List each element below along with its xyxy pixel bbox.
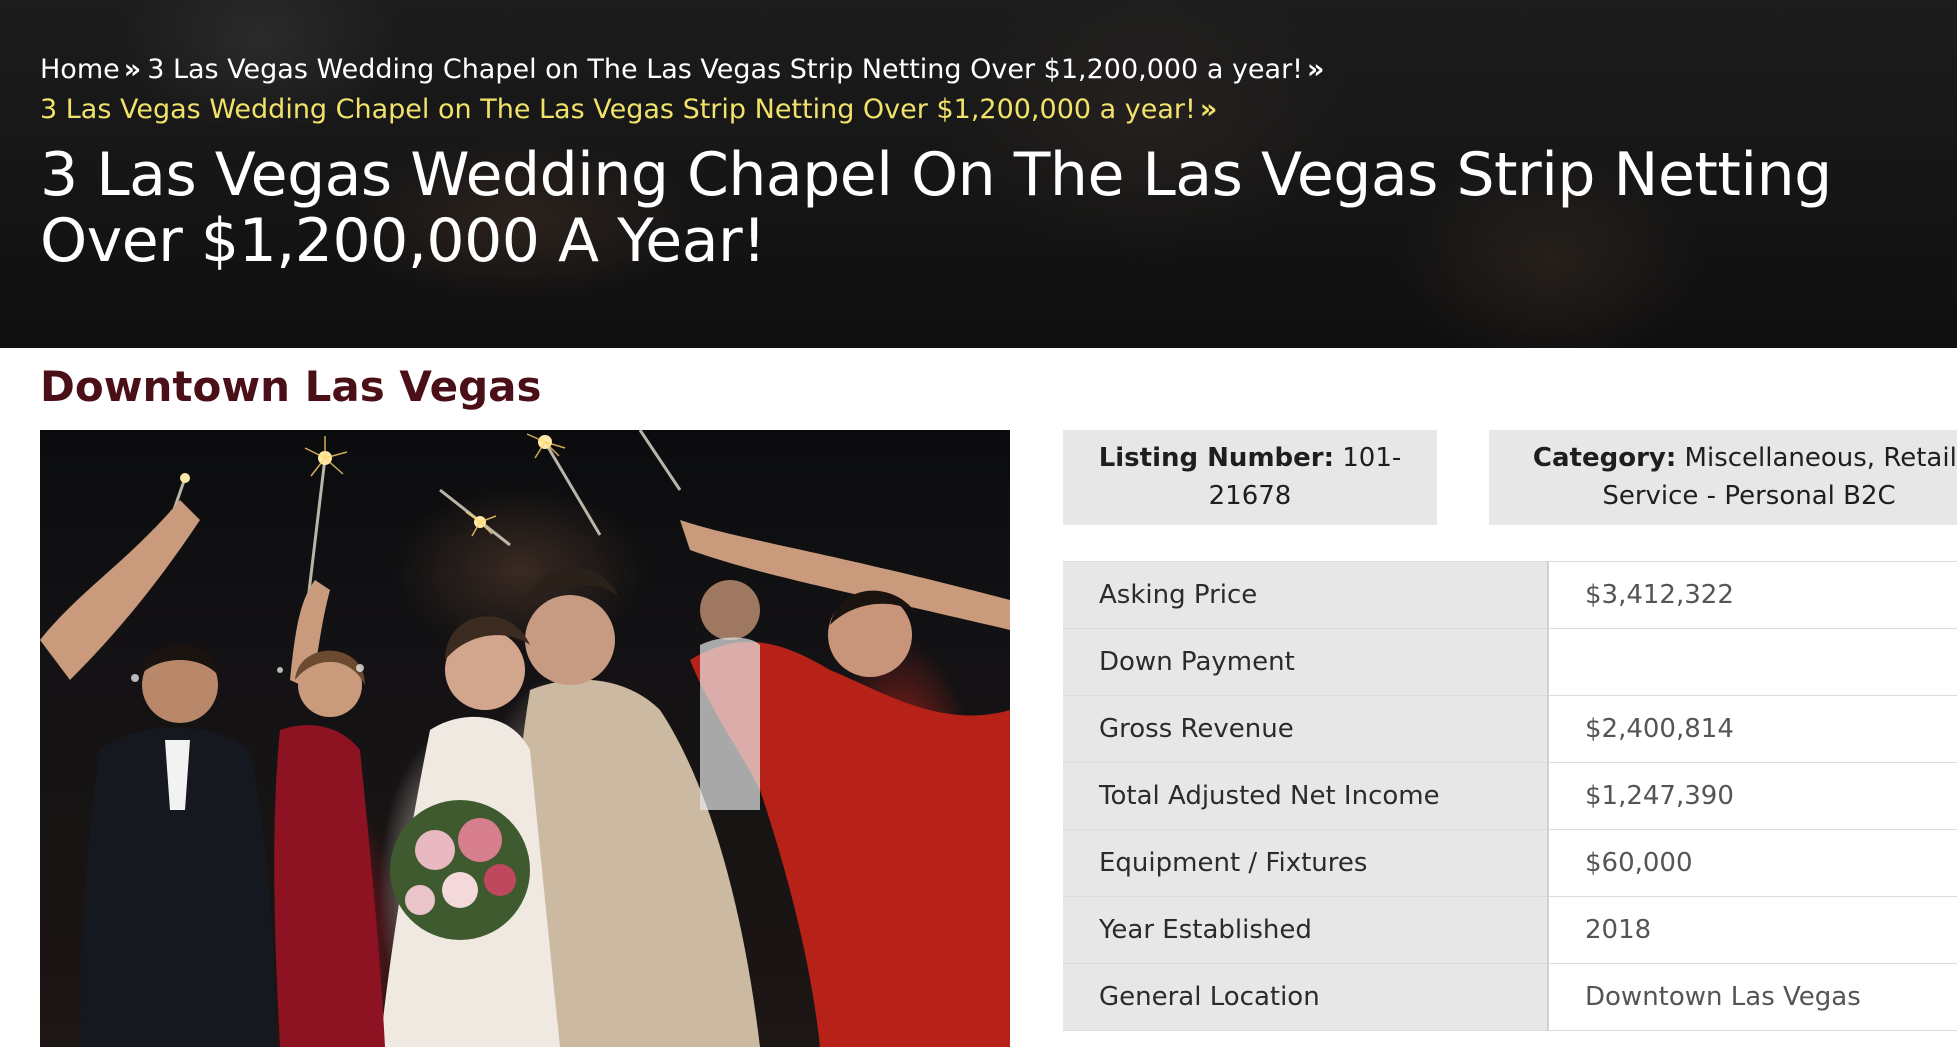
listing-number-badge: Listing Number: 101-21678 — [1063, 430, 1437, 525]
table-row: General Location Downtown Las Vegas — [1063, 963, 1957, 1031]
table-row: Gross Revenue $2,400,814 — [1063, 695, 1957, 763]
detail-value-equipment: $60,000 — [1548, 829, 1957, 897]
breadcrumb: Home» 3 Las Vegas Wedding Chapel on The L… — [40, 50, 1920, 130]
detail-label-asking-price: Asking Price — [1063, 561, 1549, 629]
detail-label-net-income: Total Adjusted Net Income — [1063, 762, 1549, 830]
breadcrumb-separator-icon: » — [1307, 54, 1325, 85]
detail-value-year-established: 2018 — [1548, 896, 1957, 964]
breadcrumb-separator-icon: » — [1199, 94, 1218, 125]
detail-label-equipment: Equipment / Fixtures — [1063, 829, 1549, 897]
table-row: Total Adjusted Net Income $1,247,390 — [1063, 762, 1957, 830]
breadcrumb-line-1: Home» 3 Las Vegas Wedding Chapel on The L… — [40, 50, 1920, 90]
detail-value-net-income: $1,247,390 — [1548, 762, 1957, 830]
detail-label-general-location: General Location — [1063, 963, 1549, 1031]
breadcrumb-line-2: 3 Las Vegas Wedding Chapel on The Las Ve… — [40, 90, 1920, 130]
table-row: Asking Price $3,412,322 — [1063, 561, 1957, 629]
hero-banner: Home» 3 Las Vegas Wedding Chapel on The L… — [0, 0, 1957, 348]
breadcrumb-home-link[interactable]: Home — [40, 54, 120, 85]
listing-number-label: Listing Number: — [1098, 443, 1334, 473]
wedding-photo-illustration — [40, 430, 1010, 1047]
category-badge: Category: Miscellaneous, Retail, Service… — [1489, 430, 1957, 525]
detail-label-year-established: Year Established — [1063, 896, 1549, 964]
detail-label-down-payment: Down Payment — [1063, 628, 1549, 696]
listing-details-table: Asking Price $3,412,322 Down Payment Gro… — [1063, 561, 1957, 1031]
detail-label-gross-revenue: Gross Revenue — [1063, 695, 1549, 763]
detail-value-gross-revenue: $2,400,814 — [1548, 695, 1957, 763]
listing-photo[interactable] — [40, 430, 1010, 1047]
breadcrumb-parent-link[interactable]: 3 Las Vegas Wedding Chapel on The Las Ve… — [147, 54, 1303, 85]
table-row: Down Payment — [1063, 628, 1957, 696]
table-row: Equipment / Fixtures $60,000 — [1063, 829, 1957, 897]
location-heading: Downtown Las Vegas — [40, 362, 542, 411]
table-row: Year Established 2018 — [1063, 896, 1957, 964]
breadcrumb-current: 3 Las Vegas Wedding Chapel on The Las Ve… — [40, 94, 1196, 125]
detail-value-down-payment — [1548, 628, 1957, 696]
detail-value-asking-price: $3,412,322 — [1548, 561, 1957, 629]
page-title: 3 Las Vegas Wedding Chapel On The Las Ve… — [40, 140, 1832, 276]
category-label: Category: — [1532, 443, 1677, 473]
breadcrumb-separator-icon: » — [123, 54, 142, 85]
detail-value-general-location: Downtown Las Vegas — [1548, 963, 1957, 1031]
